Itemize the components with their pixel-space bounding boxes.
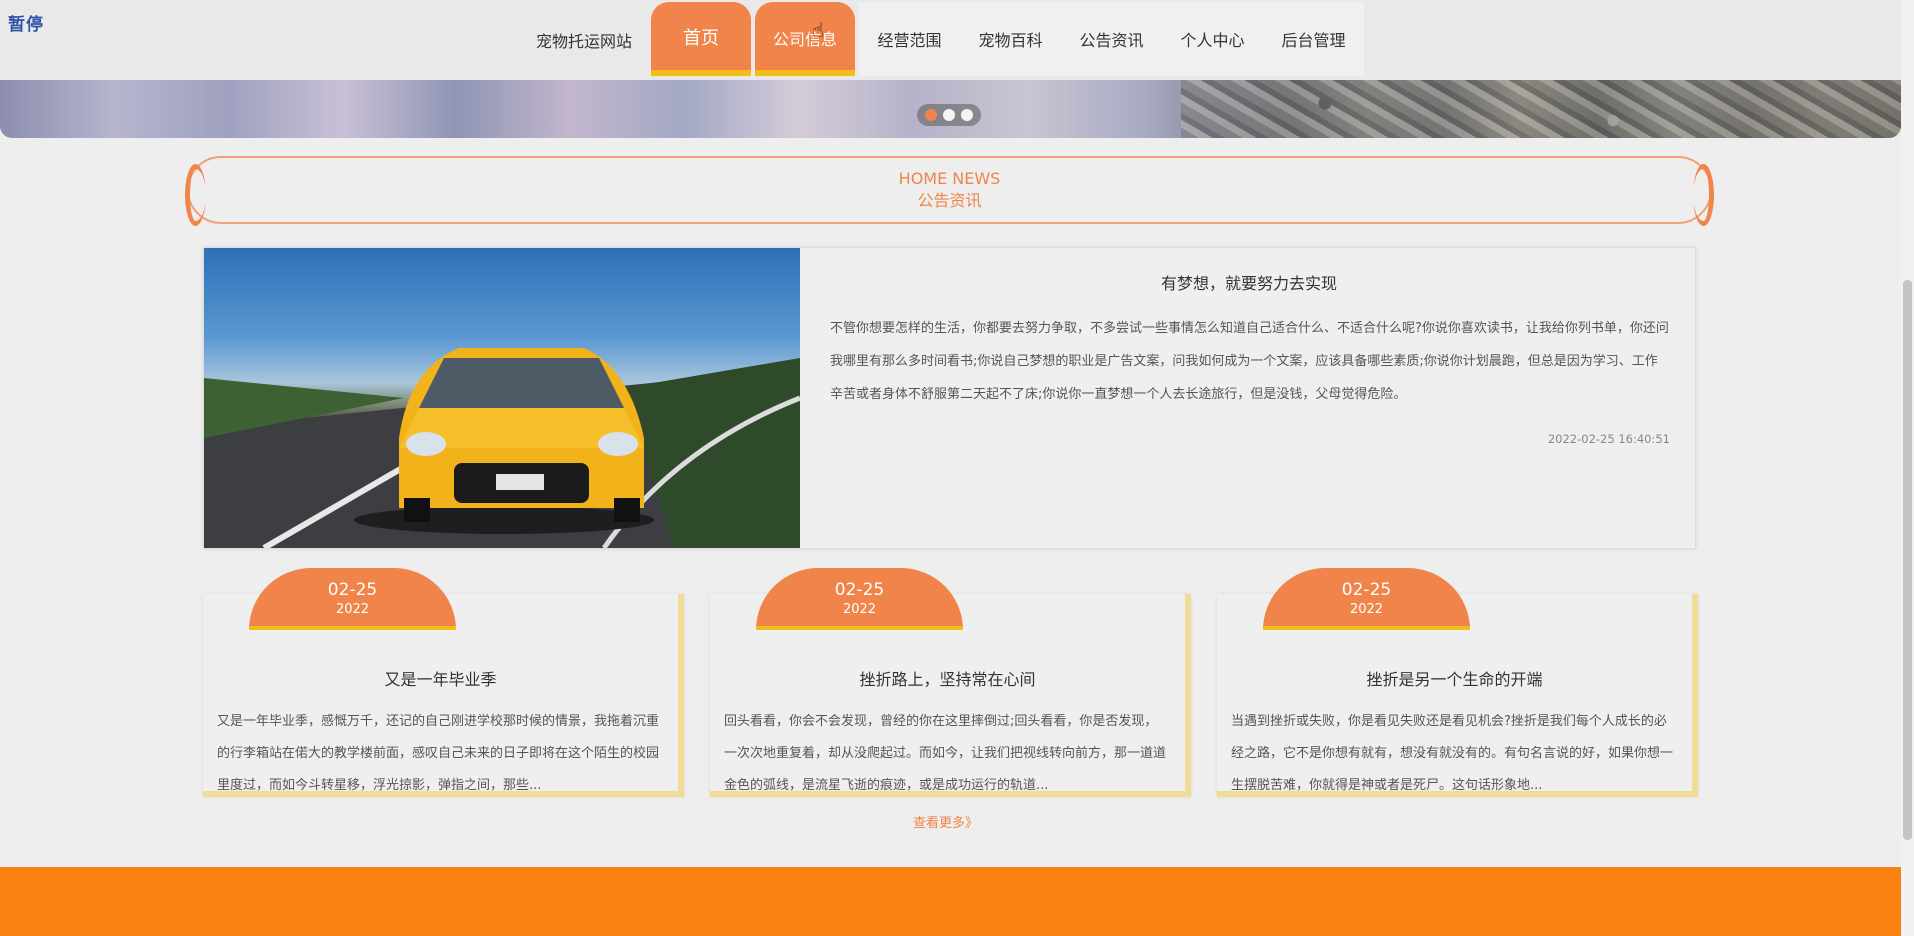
featured-date: 2022-02-25 16:40:51: [1547, 432, 1670, 446]
view-more-link[interactable]: 查看更多》: [913, 812, 978, 831]
badge-year: 2022: [335, 602, 370, 617]
carousel-dot-3[interactable]: [961, 109, 973, 121]
featured-title[interactable]: 有梦想，就要努力去实现: [834, 270, 1664, 294]
badge-year: 2022: [1349, 602, 1384, 617]
badge-month-day: 02-25: [834, 580, 885, 600]
featured-body: 不管你想要怎样的生活，你都要去努力争取，不多尝试一些事情怎么知道自己适合什么、不…: [830, 321, 1669, 402]
scrollbar[interactable]: [1901, 0, 1914, 936]
section-header-news: HOME NEWS 公告资讯: [185, 156, 1714, 226]
nav-pet-encyclopedia[interactable]: 宠物百科: [960, 2, 1061, 76]
nav-personal-center[interactable]: 个人中心: [1162, 2, 1263, 76]
news-card-2[interactable]: 02-25 2022 挫折路上，坚持常在心间 回头看看，你会不会发现，曾经的你在…: [710, 568, 1191, 797]
main-nav: 首页 公司信息 经营范围 宠物百科 公告资讯 个人中心 后台管理: [651, 2, 1364, 76]
card-title[interactable]: 又是一年毕业季: [203, 666, 678, 690]
section-title-en: HOME NEWS: [898, 169, 1001, 188]
nav-home[interactable]: 首页: [651, 2, 751, 76]
date-badge: 02-25 2022: [756, 568, 963, 630]
hand-cursor-icon: ☝: [812, 18, 825, 42]
featured-news[interactable]: 有梦想，就要努力去实现 不管你想要怎样的生活，你都要去努力争取，不多尝试一些事情…: [203, 247, 1696, 549]
site-title[interactable]: 宠物托运网站: [536, 28, 632, 52]
scrollbar-thumb[interactable]: [1903, 280, 1912, 840]
carousel-dot-1[interactable]: [925, 109, 937, 121]
banner-image-rocks: [1181, 80, 1901, 138]
badge-month-day: 02-25: [327, 580, 378, 600]
news-card-3[interactable]: 02-25 2022 挫折是另一个生命的开端 当遇到挫折或失败，你是看见失败还是…: [1217, 568, 1698, 797]
nav-business-scope[interactable]: 经营范围: [859, 2, 960, 76]
footer: [0, 867, 1901, 936]
nav-company-info[interactable]: 公司信息: [755, 2, 855, 76]
carousel-dot-2[interactable]: [943, 109, 955, 121]
card-body: 当遇到挫折或失败，你是看见失败还是看见机会?挫折是我们每个人成长的必经之路，它不…: [1231, 714, 1674, 793]
date-badge: 02-25 2022: [1263, 568, 1470, 630]
date-badge: 02-25 2022: [249, 568, 456, 630]
nav-announcements[interactable]: 公告资讯: [1061, 2, 1162, 76]
badge-month-day: 02-25: [1341, 580, 1392, 600]
section-title-cn: 公告资讯: [917, 191, 982, 210]
card-body: 又是一年毕业季，感慨万千，还记的自己刚进学校那时候的情景，我拖着沉重的行李箱站在…: [217, 714, 660, 793]
carousel-indicators: [917, 104, 981, 126]
nav-admin[interactable]: 后台管理: [1263, 2, 1364, 76]
sports-car-photo[interactable]: [204, 248, 800, 548]
card-body: 回头看看，你会不会发现，曾经的你在这里摔倒过;回头看看，你是否发现，一次次地重复…: [724, 714, 1167, 793]
pause-label[interactable]: 暂停: [8, 10, 44, 35]
news-card-1[interactable]: 02-25 2022 又是一年毕业季 又是一年毕业季，感慨万千，还记的自己刚进学…: [203, 568, 684, 797]
card-title[interactable]: 挫折是另一个生命的开端: [1217, 666, 1692, 690]
badge-year: 2022: [842, 602, 877, 617]
card-title[interactable]: 挫折路上，坚持常在心间: [710, 666, 1185, 690]
